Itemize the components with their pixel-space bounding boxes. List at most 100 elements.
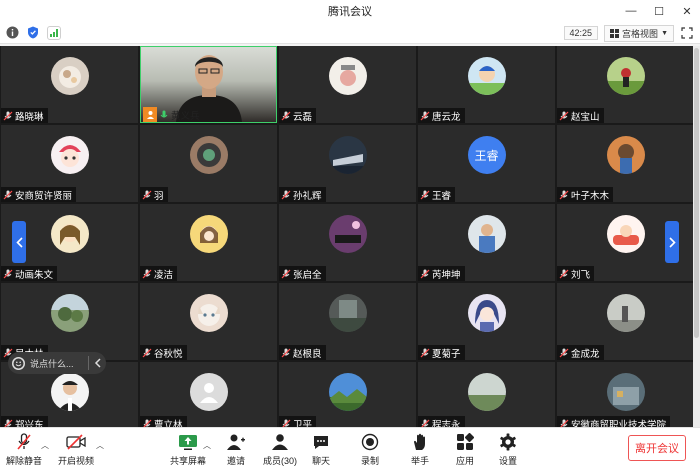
avatar [606, 294, 645, 332]
video-label: 开启视频 [58, 456, 95, 466]
participant-tile[interactable]: 王睿 王睿 [418, 125, 555, 202]
participant-tile[interactable]: 谷秋悦 [140, 283, 277, 360]
participant-name-tag: 路晓琳 [1, 108, 48, 123]
participant-name: 张启全 [293, 269, 322, 281]
scrollbar[interactable] [693, 46, 700, 427]
mic-muted-icon [3, 190, 13, 199]
mic-muted-icon [142, 348, 152, 357]
leave-meeting-button[interactable]: 离开会议 [628, 435, 686, 461]
shield-icon[interactable] [26, 26, 40, 40]
settings-label: 设置 [498, 456, 517, 466]
participant-tile[interactable]: 云磊 [279, 46, 416, 123]
emoji-icon[interactable] [12, 356, 25, 370]
participant-name-tag: 云磊 [279, 108, 317, 123]
participant-name: 安徽商贸职业技术学院 [571, 419, 667, 428]
participant-name-tag: 夏菊子 [418, 345, 465, 360]
participant-name: 夏菊子 [432, 348, 461, 360]
maximize-icon[interactable]: ☐ [652, 4, 666, 18]
invite-button[interactable]: 邀请 [226, 432, 246, 467]
participant-tile[interactable]: 吴木林 [1, 283, 138, 360]
participant-tile[interactable]: 程志永 [418, 362, 555, 427]
video-button[interactable]: 开启视频 [58, 432, 94, 467]
participant-name-tag: 金成龙 [557, 345, 604, 360]
apps-icon [455, 432, 475, 452]
participant-name-tag: 张启全 [279, 266, 326, 281]
participant-tile[interactable]: 唐云龙 [418, 46, 555, 123]
avatar [50, 136, 89, 174]
participant-tile[interactable]: 金成龙 [557, 283, 693, 360]
participant-tile[interactable]: 安徽商贸职业技术学院 [557, 362, 693, 427]
info-icon[interactable] [5, 26, 19, 40]
default-avatar-icon [189, 373, 228, 411]
grid-view-icon [610, 28, 620, 38]
record-button[interactable]: 录制 [360, 432, 380, 467]
participant-name-tag: 卫平 [279, 416, 317, 427]
avatar [328, 215, 367, 253]
participant-tile[interactable]: 孙礼辉 [279, 125, 416, 202]
apps-button[interactable]: 应用 [455, 432, 475, 467]
avatar [606, 215, 645, 253]
share-screen-icon [178, 432, 198, 452]
participant-tile[interactable]: 卫平 [279, 362, 416, 427]
avatar [606, 136, 645, 174]
participant-name: 路晓琳 [15, 111, 44, 123]
share-screen-button[interactable]: 共享屏幕 [170, 432, 206, 467]
mic-muted-icon [281, 111, 291, 120]
participant-tile[interactable]: 赵宝山 [557, 46, 693, 123]
avatar [189, 294, 228, 332]
mute-button[interactable]: 解除静音 [6, 432, 42, 467]
mic-muted-icon [420, 190, 430, 199]
participant-tile-video[interactable]: 黄义兵 [140, 46, 277, 123]
participant-tile[interactable]: 路晓琳 [1, 46, 138, 123]
avatar [50, 215, 89, 253]
avatar [467, 57, 506, 95]
participant-tile[interactable]: 夏菊子 [418, 283, 555, 360]
participant-tile[interactable]: 安商贸许贤丽 [1, 125, 138, 202]
chevron-up-icon[interactable]: ︿ [41, 440, 49, 451]
participant-tile[interactable]: 羽 [140, 125, 277, 202]
record-icon [360, 432, 380, 452]
chat-quick-input[interactable]: 说点什么... [8, 352, 106, 374]
avatar [50, 373, 89, 411]
participant-name: 郑兴东 [15, 419, 44, 428]
participant-tile[interactable]: 曹立林 [140, 362, 277, 427]
participant-name: 动画朱文 [15, 269, 54, 281]
participant-tile[interactable]: 叶子木木 [557, 125, 693, 202]
mic-muted-icon [281, 190, 291, 199]
participant-name: 孙礼辉 [293, 190, 322, 202]
mic-muted-icon [559, 348, 569, 357]
fullscreen-icon[interactable] [680, 26, 694, 40]
participant-name-tag: 谷秋悦 [140, 345, 187, 360]
chevron-right-icon [668, 236, 676, 248]
participant-tile[interactable]: 赵根良 [279, 283, 416, 360]
chevron-up-icon[interactable]: ︿ [203, 440, 211, 451]
chevron-up-icon[interactable]: ︿ [96, 440, 104, 451]
participant-name-tag: 曹立林 [140, 416, 187, 427]
participant-name-tag: 羽 [140, 187, 168, 202]
view-mode-button[interactable]: 宫格视图 ▼ [604, 24, 674, 42]
scrollbar-thumb[interactable] [694, 48, 699, 338]
chat-button[interactable]: 聊天 [311, 432, 331, 467]
minimize-icon[interactable]: — [624, 4, 638, 18]
next-page-button[interactable] [665, 221, 679, 263]
settings-button[interactable]: 设置 [498, 432, 518, 467]
mic-muted-icon [420, 269, 430, 278]
participant-tile[interactable]: 芮坤坤 [418, 204, 555, 281]
avatar [328, 373, 367, 411]
mic-muted-icon [142, 190, 152, 199]
participant-name-tag: 叶子木木 [557, 187, 614, 202]
participant-tile[interactable]: 凌洁 [140, 204, 277, 281]
members-button[interactable]: 成员(30) [263, 432, 297, 467]
window-controls: — ☐ ✕ [624, 0, 694, 22]
mic-muted-icon [281, 419, 291, 427]
participant-name: 程志永 [432, 419, 461, 428]
signal-icon[interactable] [47, 25, 61, 40]
participant-tile[interactable]: 张启全 [279, 204, 416, 281]
mic-muted-icon [559, 269, 569, 278]
raise-hand-button[interactable]: 举手 [410, 432, 430, 467]
participant-name: 刘飞 [571, 269, 591, 281]
chat-icon [311, 432, 331, 452]
close-icon[interactable]: ✕ [680, 4, 694, 18]
prev-page-button[interactable] [12, 221, 26, 263]
mic-muted-icon [3, 419, 13, 427]
